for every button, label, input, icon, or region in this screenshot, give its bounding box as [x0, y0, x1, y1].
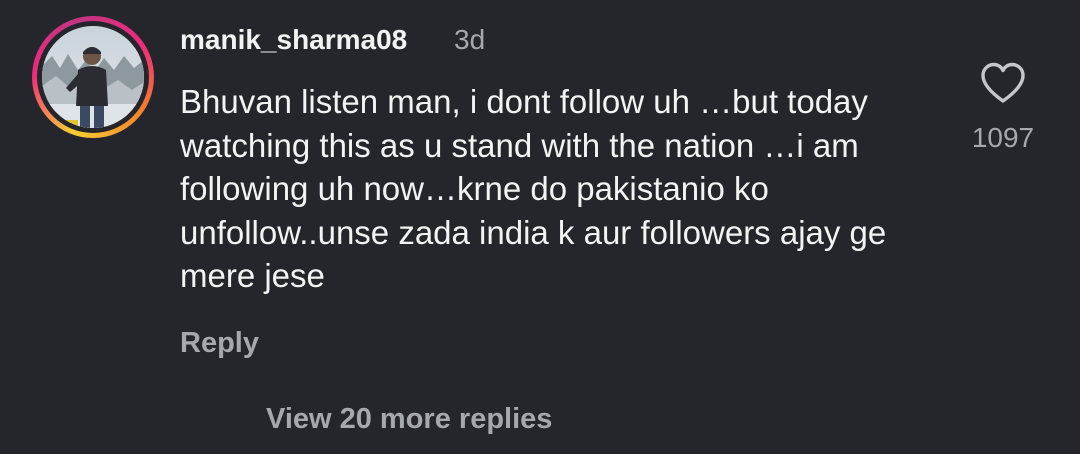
- comment-text: Bhuvan listen man, i dont follow uh …but…: [180, 83, 887, 294]
- avatar[interactable]: [42, 26, 144, 128]
- reply-button[interactable]: Reply: [180, 324, 259, 362]
- comment-username[interactable]: manik_sharma08: [180, 22, 407, 58]
- avatar-photo: [42, 26, 144, 128]
- comment-timestamp: 3d: [454, 24, 486, 55]
- comment-item: manik_sharma08 3d Bhuvan listen man, i d…: [0, 0, 1080, 454]
- like-count: 1097: [971, 122, 1035, 153]
- view-more-replies-button[interactable]: View 20 more replies: [266, 400, 552, 438]
- avatar-story-ring[interactable]: [32, 16, 154, 138]
- heart-outline-icon[interactable]: [979, 60, 1027, 106]
